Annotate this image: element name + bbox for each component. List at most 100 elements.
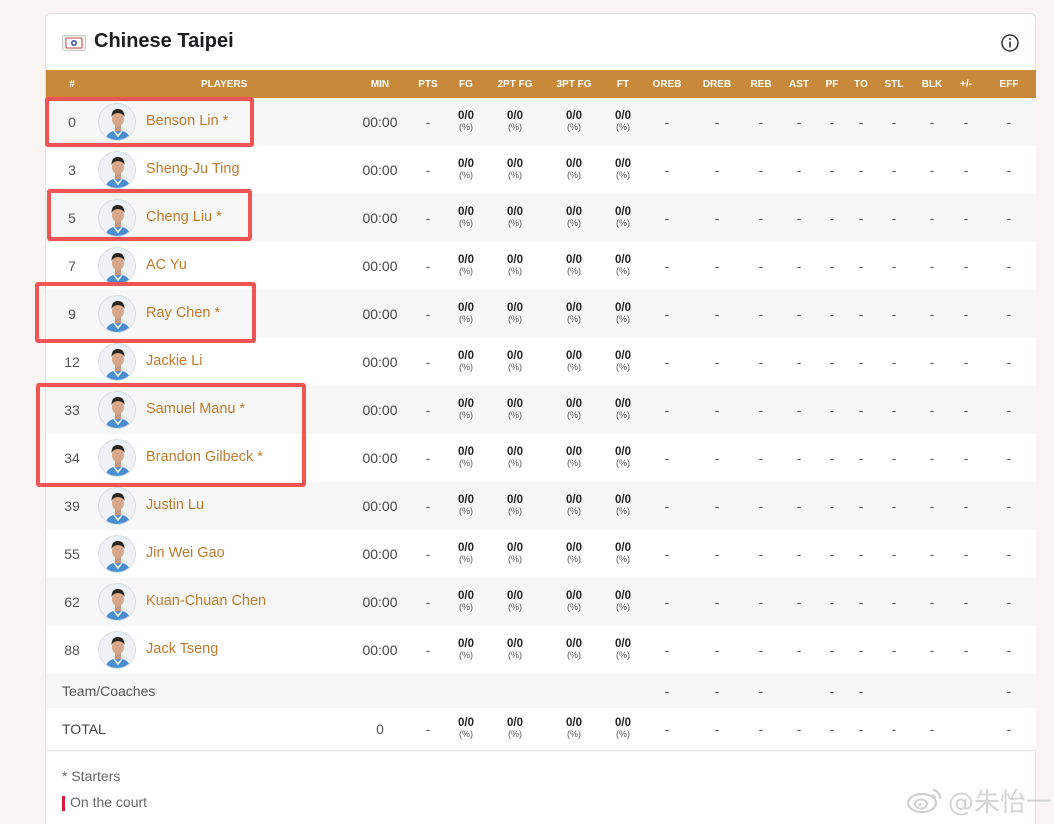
- column-header[interactable]: EFF: [982, 70, 1036, 98]
- player-name-link[interactable]: Jack Tseng: [146, 641, 218, 657]
- minutes: 00:00: [362, 642, 398, 658]
- total-pm: [950, 708, 982, 750]
- player-row: 3 Sheng-Ju Ting 00:00 - 0/0 (%) 0/0 (%) 0/0 (%) 0/…: [46, 146, 1036, 194]
- highlight-box: [35, 282, 256, 343]
- column-header[interactable]: PLAYERS: [98, 70, 348, 98]
- minutes: 00:00: [362, 498, 398, 514]
- column-header[interactable]: AST: [782, 70, 816, 98]
- column-header[interactable]: TO: [848, 70, 874, 98]
- watermark-text: @朱怡一: [948, 788, 1053, 818]
- blocks: -: [929, 258, 935, 274]
- turnovers: -: [858, 450, 864, 466]
- steals: -: [891, 450, 897, 466]
- coaches-ast: [782, 674, 816, 708]
- column-header[interactable]: PF: [816, 70, 848, 98]
- column-header[interactable]: FT: [606, 70, 640, 98]
- column-header[interactable]: DREB: [694, 70, 740, 98]
- total-fg: 0/0 (%): [458, 716, 474, 739]
- points: -: [425, 210, 431, 226]
- player-name-link[interactable]: Justin Lu: [146, 497, 204, 513]
- coaches-reb: -: [758, 683, 764, 699]
- field-goals: 0/0 (%): [458, 302, 474, 324]
- free-throws: 0/0 (%): [615, 302, 631, 324]
- jersey-number: 12: [64, 354, 80, 370]
- column-header[interactable]: STL: [874, 70, 914, 98]
- two-point-fg: 0/0 (%): [507, 494, 523, 516]
- blocks: -: [929, 402, 935, 418]
- two-point-fg: 0/0 (%): [507, 350, 523, 372]
- defensive-rebounds: -: [714, 642, 720, 658]
- personal-fouls: -: [829, 402, 835, 418]
- team-name: Chinese Taipei: [94, 30, 234, 52]
- column-header[interactable]: BLK: [914, 70, 950, 98]
- plus-minus: -: [963, 354, 969, 370]
- defensive-rebounds: -: [714, 450, 720, 466]
- assists: -: [796, 498, 802, 514]
- free-throws: 0/0 (%): [615, 446, 631, 468]
- column-header[interactable]: MIN: [348, 70, 412, 98]
- two-point-fg: 0/0 (%): [507, 254, 523, 276]
- player-avatar[interactable]: [98, 631, 136, 669]
- coaches-to: -: [858, 683, 864, 699]
- assists: -: [796, 354, 802, 370]
- defensive-rebounds: -: [714, 402, 720, 418]
- player-avatar[interactable]: [98, 535, 136, 573]
- points: -: [425, 354, 431, 370]
- plus-minus: -: [963, 546, 969, 562]
- steals: -: [891, 354, 897, 370]
- personal-fouls: -: [829, 546, 835, 562]
- player-avatar[interactable]: [98, 487, 136, 525]
- offensive-rebounds: -: [664, 498, 670, 514]
- blocks: -: [929, 498, 935, 514]
- player-name-link[interactable]: Jin Wei Gao: [146, 545, 225, 561]
- points: -: [425, 258, 431, 274]
- column-header[interactable]: REB: [740, 70, 782, 98]
- minutes: 00:00: [362, 306, 398, 322]
- total-reb: -: [758, 720, 764, 737]
- personal-fouls: -: [829, 594, 835, 610]
- points: -: [425, 450, 431, 466]
- total-pf: -: [829, 720, 835, 737]
- two-point-fg: 0/0 (%): [507, 398, 523, 420]
- player-avatar[interactable]: [98, 247, 136, 285]
- player-row: 62 Kuan-Chuan Chen 00:00 - 0/0 (%) 0/0 (%) 0/0 (%…: [46, 578, 1036, 626]
- free-throws: 0/0 (%): [615, 254, 631, 276]
- player-name-link[interactable]: Jackie Li: [146, 353, 202, 369]
- defensive-rebounds: -: [714, 306, 720, 322]
- info-icon[interactable]: [1000, 33, 1020, 53]
- player-name-link[interactable]: Sheng-Ju Ting: [146, 161, 240, 177]
- blocks: -: [929, 546, 935, 562]
- column-header[interactable]: 3PT FG: [542, 70, 606, 98]
- points: -: [425, 642, 431, 658]
- player-name-link[interactable]: AC Yu: [146, 257, 187, 273]
- rebounds: -: [758, 162, 764, 178]
- assists: -: [796, 450, 802, 466]
- two-point-fg: 0/0 (%): [507, 446, 523, 468]
- three-point-fg: 0/0 (%): [566, 158, 582, 180]
- steals: -: [891, 594, 897, 610]
- player-avatar[interactable]: [98, 151, 136, 189]
- column-header[interactable]: +/-: [950, 70, 982, 98]
- efficiency: -: [1006, 498, 1012, 514]
- player-avatar[interactable]: [98, 343, 136, 381]
- plus-minus: -: [963, 402, 969, 418]
- total-oreb: -: [664, 720, 670, 737]
- player-cell: Jack Tseng: [98, 626, 348, 674]
- column-header[interactable]: FG: [444, 70, 488, 98]
- turnovers: -: [858, 354, 864, 370]
- column-header[interactable]: PTS: [412, 70, 444, 98]
- player-avatar[interactable]: [98, 583, 136, 621]
- column-header[interactable]: 2PT FG: [488, 70, 542, 98]
- player-row: 88 Jack Tseng 00:00 - 0/0 (%) 0/0 (%) 0/0 (%) 0/0(…: [46, 626, 1036, 674]
- player-name-link[interactable]: Kuan-Chuan Chen: [146, 593, 266, 609]
- column-header[interactable]: OREB: [640, 70, 694, 98]
- rebounds: -: [758, 354, 764, 370]
- efficiency: -: [1006, 114, 1012, 130]
- minutes: 00:00: [362, 210, 398, 226]
- steals: -: [891, 306, 897, 322]
- plus-minus: -: [963, 210, 969, 226]
- rebounds: -: [758, 546, 764, 562]
- column-header[interactable]: #: [46, 70, 98, 98]
- two-point-fg: 0/0 (%): [507, 590, 523, 612]
- blocks: -: [929, 354, 935, 370]
